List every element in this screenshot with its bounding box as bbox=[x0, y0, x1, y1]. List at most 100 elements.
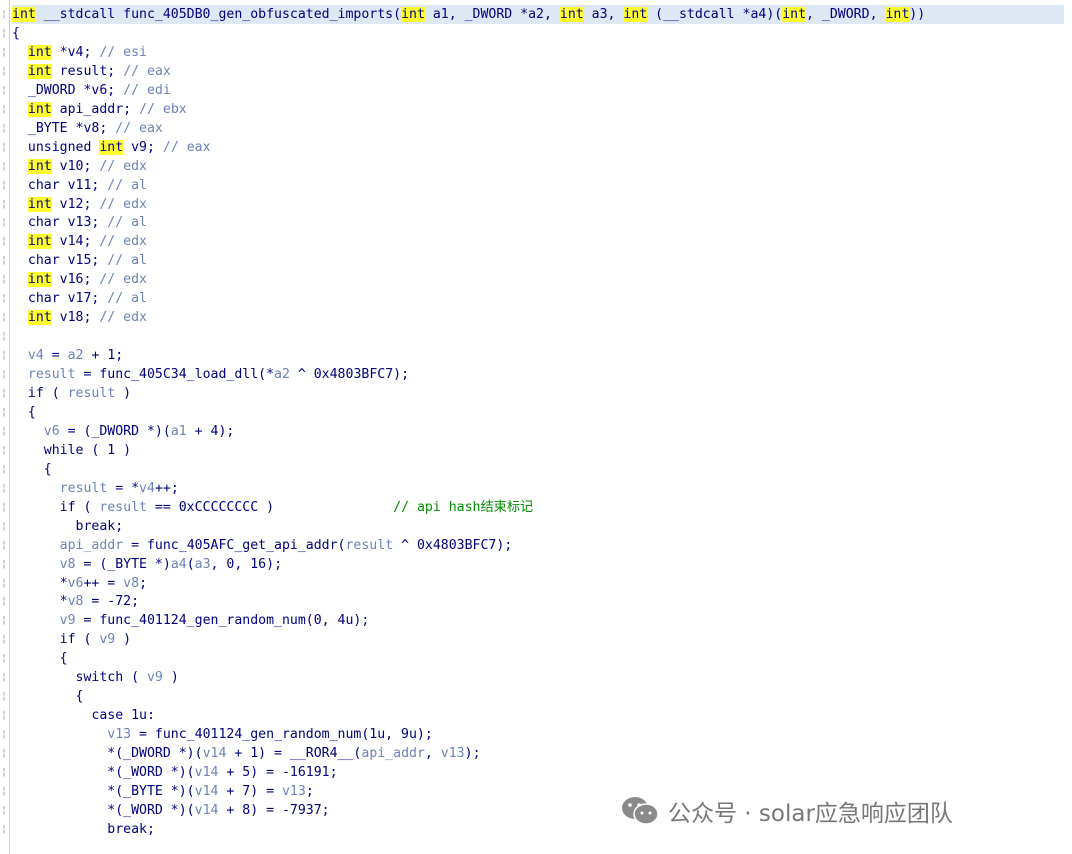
code-line[interactable]: v6 = (_DWORD *)(a1 + 4); bbox=[12, 422, 235, 441]
code-text-token: char v13; bbox=[12, 215, 108, 231]
code-line[interactable]: { bbox=[12, 687, 84, 706]
code-line[interactable]: unsigned int v9; // eax bbox=[12, 138, 211, 157]
code-line[interactable]: result = *v4++; bbox=[12, 479, 179, 498]
code-text-token: break; bbox=[12, 821, 155, 837]
code-text-token: v10; bbox=[51, 158, 100, 174]
code-text-token: switch ( bbox=[12, 670, 147, 686]
code-line[interactable]: { bbox=[12, 24, 20, 43]
variable-token: v14 bbox=[194, 765, 219, 780]
code-line[interactable]: if ( result == 0xCCCCCCCC ) // api hash结… bbox=[12, 498, 534, 517]
code-line[interactable]: if ( v9 ) bbox=[12, 630, 132, 649]
gutter-mark: ¦ bbox=[1, 615, 8, 627]
comment-token: // esi bbox=[99, 44, 147, 60]
code-text-token: { bbox=[12, 25, 20, 41]
pseudocode-view[interactable]: int __stdcall func_405DB0_gen_obfuscated… bbox=[0, 0, 1072, 854]
code-line[interactable]: v4 = a2 + 1; bbox=[12, 346, 123, 365]
comment-token: // edx bbox=[99, 272, 147, 288]
code-line[interactable]: v8 = (_BYTE *)a4(a3, 0, 16); bbox=[12, 555, 282, 574]
comment-token: // al bbox=[107, 291, 147, 307]
code-line[interactable]: if ( result ) bbox=[12, 384, 131, 403]
code-line[interactable]: break; bbox=[12, 820, 155, 839]
variable-token: a4 bbox=[170, 556, 187, 572]
code-text-token: *(_WORD *)( bbox=[12, 765, 195, 780]
code-line[interactable]: *(_DWORD *)(v14 + 1) = __ROR4__(api_addr… bbox=[12, 744, 480, 763]
keyword-token: int bbox=[27, 158, 52, 174]
code-line[interactable]: while ( 1 ) bbox=[12, 441, 131, 460]
comment-token: // api hash结束标记 bbox=[393, 499, 534, 515]
code-line[interactable]: int v18; // edx bbox=[12, 308, 147, 327]
code-text-token: + 1; bbox=[83, 348, 124, 364]
code-line[interactable]: *v6++ = v8; bbox=[12, 574, 147, 593]
code-text-token: ^ 0x4803BFC7); bbox=[393, 537, 513, 553]
code-line[interactable]: break; bbox=[12, 517, 124, 536]
variable-token: v14 bbox=[202, 746, 227, 762]
code-line[interactable]: char v17; // al bbox=[12, 289, 147, 308]
code-text-token: a1, _DWORD *a2, bbox=[424, 7, 560, 22]
code-text-token: v18; bbox=[51, 310, 100, 326]
code-line[interactable]: { bbox=[12, 403, 36, 422]
comment-token: // eax bbox=[115, 120, 163, 136]
gutter-mark: ¦ bbox=[1, 27, 8, 39]
code-line[interactable]: { bbox=[12, 460, 52, 479]
code-text-token: ++ = bbox=[83, 575, 124, 591]
code-line[interactable]: *v8 = -72; bbox=[12, 592, 139, 611]
code-line[interactable]: { bbox=[12, 649, 68, 668]
code-line[interactable]: int result; // eax bbox=[12, 62, 171, 81]
gutter-mark: ¦ bbox=[1, 406, 8, 418]
keyword-token: int bbox=[27, 234, 52, 250]
code-line[interactable]: int v10; // edx bbox=[12, 157, 147, 176]
gutter-mark: ¦ bbox=[1, 122, 8, 134]
gutter-mark: ¦ bbox=[1, 350, 8, 362]
code-line[interactable]: result = func_405C34_load_dll(*a2 ^ 0x48… bbox=[12, 365, 409, 384]
code-line[interactable]: *(_BYTE *)(v14 + 7) = v13; bbox=[12, 782, 314, 801]
variable-token: a3 bbox=[194, 556, 211, 572]
gutter-mark: ¦ bbox=[1, 9, 8, 20]
code-text-token: while ( 1 ) bbox=[12, 442, 132, 458]
code-line[interactable]: _DWORD *v6; // edi bbox=[12, 81, 171, 100]
code-line[interactable]: int v12; // edx bbox=[12, 195, 147, 214]
code-line[interactable]: int api_addr; // ebx bbox=[12, 100, 187, 119]
code-line[interactable]: int *v4; // esi bbox=[12, 43, 147, 62]
current-code-line[interactable]: int __stdcall func_405DB0_gen_obfuscated… bbox=[12, 5, 1064, 24]
gutter-mark: ¦ bbox=[1, 160, 8, 172]
code-line[interactable]: *(_WORD *)(v14 + 8) = -7937; bbox=[12, 801, 329, 820]
code-text-token: *(_DWORD *)( bbox=[12, 746, 203, 762]
code-line[interactable]: switch ( v9 ) bbox=[12, 668, 179, 687]
variable-token: v6 bbox=[67, 575, 84, 591]
keyword-token: int bbox=[623, 7, 648, 22]
code-line[interactable]: api_addr = func_405AFC_get_api_addr(resu… bbox=[12, 536, 513, 555]
code-text-token: ^ 0x4803BFC7); bbox=[289, 367, 410, 383]
variable-token: v4 bbox=[27, 348, 44, 364]
gutter-mark: ¦ bbox=[1, 539, 8, 551]
variable-token: a2 bbox=[67, 348, 84, 364]
code-text-token: v12; bbox=[51, 196, 100, 212]
code-text-token: v9; bbox=[123, 139, 163, 155]
variable-token: result bbox=[345, 537, 394, 553]
code-line[interactable]: _BYTE *v8; // eax bbox=[12, 119, 163, 138]
code-text-token: * bbox=[12, 575, 68, 591]
code-text-token: v14; bbox=[51, 234, 100, 250]
code-line[interactable]: int v14; // edx bbox=[12, 232, 147, 251]
code-text-token: if ( bbox=[12, 499, 100, 515]
code-line[interactable]: *(_WORD *)(v14 + 5) = -16191; bbox=[12, 763, 337, 782]
comment-token: // edx bbox=[99, 234, 147, 250]
code-line[interactable]: char v15; // al bbox=[12, 251, 147, 270]
code-text-token: __stdcall func_405DB0_gen_obfuscated_imp… bbox=[35, 7, 402, 22]
code-line[interactable]: char v11; // al bbox=[12, 176, 147, 195]
gutter-mark: ¦ bbox=[1, 596, 8, 608]
code-text-token: *(_BYTE *)( bbox=[12, 783, 195, 799]
variable-token: api_addr bbox=[59, 537, 124, 553]
code-text-token: char v11; bbox=[12, 177, 108, 193]
keyword-token: int bbox=[27, 196, 52, 212]
code-line[interactable]: v9 = func_401124_gen_random_num(0, 4u); bbox=[12, 611, 370, 630]
keyword-token: int bbox=[12, 7, 36, 22]
code-text-token: { bbox=[12, 651, 68, 667]
code-line[interactable]: v13 = func_401124_gen_random_num(1u, 9u)… bbox=[12, 725, 433, 744]
code-line[interactable]: int v16; // edx bbox=[12, 270, 147, 289]
code-line[interactable]: char v13; // al bbox=[12, 213, 147, 232]
code-line[interactable]: case 1u: bbox=[12, 706, 155, 725]
